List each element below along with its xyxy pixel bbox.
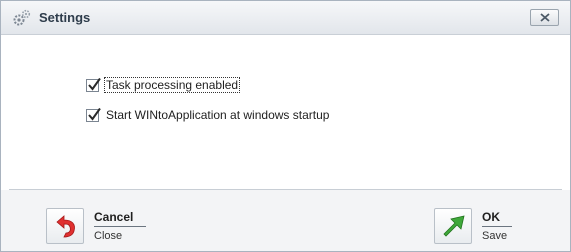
close-button[interactable] xyxy=(530,9,559,26)
ok-subtitle: Save xyxy=(482,230,508,242)
cancel-subtitle: Close xyxy=(94,230,123,242)
close-icon xyxy=(540,13,550,22)
ok-title: OK xyxy=(482,210,500,224)
settings-gears-icon xyxy=(12,8,32,28)
cancel-title: Cancel xyxy=(94,210,134,224)
cancel-button[interactable]: Cancel Close xyxy=(46,208,156,248)
settings-dialog: Settings Task processing enabled Start W… xyxy=(0,0,571,252)
cancel-divider xyxy=(94,226,146,227)
task-processing-label[interactable]: Task processing enabled xyxy=(103,77,241,93)
ok-icon-button[interactable] xyxy=(434,208,472,244)
dialog-title: Settings xyxy=(39,10,91,25)
confirm-arrow-icon xyxy=(443,215,465,237)
ok-divider xyxy=(482,226,512,227)
settings-content: Task processing enabled Start WINtoAppli… xyxy=(1,35,570,189)
checkmark-icon xyxy=(88,77,101,91)
start-at-startup-label[interactable]: Start WINtoApplication at windows startu… xyxy=(105,108,330,122)
undo-arrow-icon xyxy=(56,215,75,238)
checkmark-icon xyxy=(88,107,101,121)
footer-bar: Cancel Close OK Save xyxy=(1,190,570,251)
start-at-startup-checkbox[interactable] xyxy=(86,107,101,122)
task-processing-checkbox[interactable] xyxy=(86,77,101,92)
title-bar[interactable]: Settings xyxy=(1,1,570,35)
ok-button[interactable]: OK Save xyxy=(434,208,534,248)
option-task-processing[interactable]: Task processing enabled xyxy=(86,77,241,93)
option-start-at-startup[interactable]: Start WINtoApplication at windows startu… xyxy=(86,107,330,123)
cancel-icon-button[interactable] xyxy=(46,208,84,244)
